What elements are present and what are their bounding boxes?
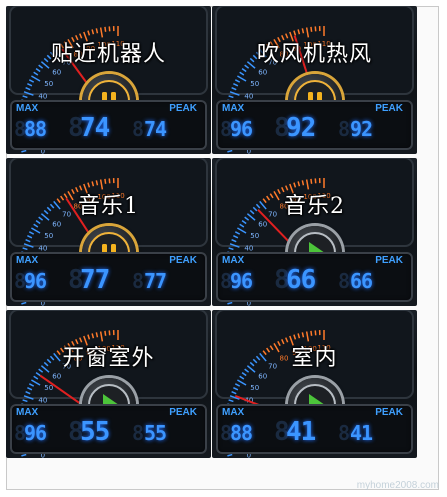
ghost-digit: 8 <box>132 117 144 141</box>
meter-tile: 0102030405060708090100110音乐1MAXPEAK88896… <box>6 158 211 306</box>
scale-label: 50 <box>250 384 259 392</box>
tile-title: 室内 <box>291 346 338 371</box>
ghost-digit: 8 <box>132 421 144 445</box>
meter-tile: 0102030405060708090100110室内MAXPEAK888884… <box>212 310 417 458</box>
meter-tile: 0102030405060708090100110贴近机器人MAXPEAK888… <box>6 6 211 154</box>
scale-label: 60 <box>52 69 61 77</box>
meter-tile: 0102030405060708090100110开窗室外MAXPEAK8889… <box>6 310 211 458</box>
max-value: 96 <box>24 269 47 293</box>
meter-tick <box>301 180 305 186</box>
scale-label: 60 <box>258 373 267 381</box>
peak-label: PEAK <box>169 103 197 114</box>
tile-title: 吹风机热风 <box>256 42 372 67</box>
tile-title: 贴近机器人 <box>50 42 166 67</box>
meter-tile: 0102030405060708090100110音乐2MAXPEAK88896… <box>212 158 417 306</box>
scale-label: 60 <box>52 221 61 229</box>
max-value: 88 <box>24 117 47 141</box>
meter-tile: 0102030405060708090100110吹风机热风MAXPEAK888… <box>212 6 417 154</box>
max-label: MAX <box>222 407 245 418</box>
scale-label: 50 <box>250 80 259 88</box>
meter-tick <box>228 399 234 403</box>
tile-title: 音乐2 <box>284 194 345 219</box>
tile-title: 开窗室外 <box>62 346 155 371</box>
readout-panel: MAX PEAK 8 8 8 88 41 41 <box>216 404 413 454</box>
max-label: MAX <box>16 103 39 114</box>
max-label: MAX <box>222 103 245 114</box>
meter-tick <box>104 26 107 32</box>
max-value: 88 <box>230 421 253 445</box>
peak-label: PEAK <box>375 407 403 418</box>
meter-tick <box>95 332 99 338</box>
scale-label: 60 <box>258 69 267 77</box>
max-label: MAX <box>16 407 39 418</box>
scale-label: 50 <box>44 384 53 392</box>
scale-label: 50 <box>44 80 53 88</box>
meter-tick <box>227 149 233 153</box>
peak-value: 74 <box>144 117 167 141</box>
meter-tick <box>227 301 233 305</box>
ghost-digit: 8 <box>338 421 350 445</box>
watermark: myhome2008.com <box>356 480 439 491</box>
meter-tick <box>95 28 99 34</box>
meter-tick <box>228 247 234 251</box>
max-value: 96 <box>230 269 253 293</box>
readout-panel: MAX PEAK 8 8 8 96 77 77 <box>10 252 207 302</box>
readout-panel: MAX PEAK 8 8 8 96 55 55 <box>10 404 207 454</box>
ghost-digit: 8 <box>132 269 144 293</box>
max-value: 96 <box>24 421 47 445</box>
tile-title: 音乐1 <box>78 194 139 219</box>
meter-tick <box>227 453 233 457</box>
meter-tick <box>228 95 234 99</box>
scale-label: 50 <box>44 232 53 240</box>
peak-label: PEAK <box>169 255 197 266</box>
max-value: 96 <box>230 117 253 141</box>
peak-label: PEAK <box>169 407 197 418</box>
peak-value: 41 <box>350 421 373 445</box>
peak-value: 77 <box>144 269 167 293</box>
meter-tick <box>310 26 313 32</box>
scale-label: 60 <box>258 221 267 229</box>
peak-value: 66 <box>350 269 373 293</box>
current-value: 92 <box>286 113 316 143</box>
readout-panel: MAX PEAK 8 8 8 96 66 66 <box>216 252 413 302</box>
meter-tick <box>22 95 28 99</box>
meter-tick <box>301 332 305 338</box>
max-label: MAX <box>222 255 245 266</box>
current-value: 55 <box>80 417 110 447</box>
readout-panel: MAX PEAK 8 8 8 88 74 74 <box>10 100 207 150</box>
ghost-digit: 8 <box>338 269 350 293</box>
meter-tick <box>95 180 99 186</box>
meter-tick <box>21 301 27 305</box>
scale-label: 50 <box>250 232 259 240</box>
scale-label: 60 <box>52 373 61 381</box>
max-label: MAX <box>16 255 39 266</box>
meter-tick <box>310 178 313 184</box>
current-value: 77 <box>80 265 110 295</box>
meter-tick <box>22 247 28 251</box>
meter-tick <box>22 399 28 403</box>
current-value: 41 <box>286 417 316 447</box>
peak-label: PEAK <box>375 255 403 266</box>
peak-value: 92 <box>350 117 373 141</box>
meter-tick <box>310 330 313 336</box>
meter-tick <box>21 149 27 153</box>
meter-tick <box>104 178 107 184</box>
readout-panel: MAX PEAK 8 8 8 96 92 92 <box>216 100 413 150</box>
peak-value: 55 <box>144 421 167 445</box>
current-value: 74 <box>80 113 110 143</box>
peak-label: PEAK <box>375 103 403 114</box>
meter-tick <box>104 330 107 336</box>
meter-tick <box>301 28 305 34</box>
meter-tick <box>21 453 27 457</box>
ghost-digit: 8 <box>338 117 350 141</box>
current-value: 66 <box>286 265 316 295</box>
